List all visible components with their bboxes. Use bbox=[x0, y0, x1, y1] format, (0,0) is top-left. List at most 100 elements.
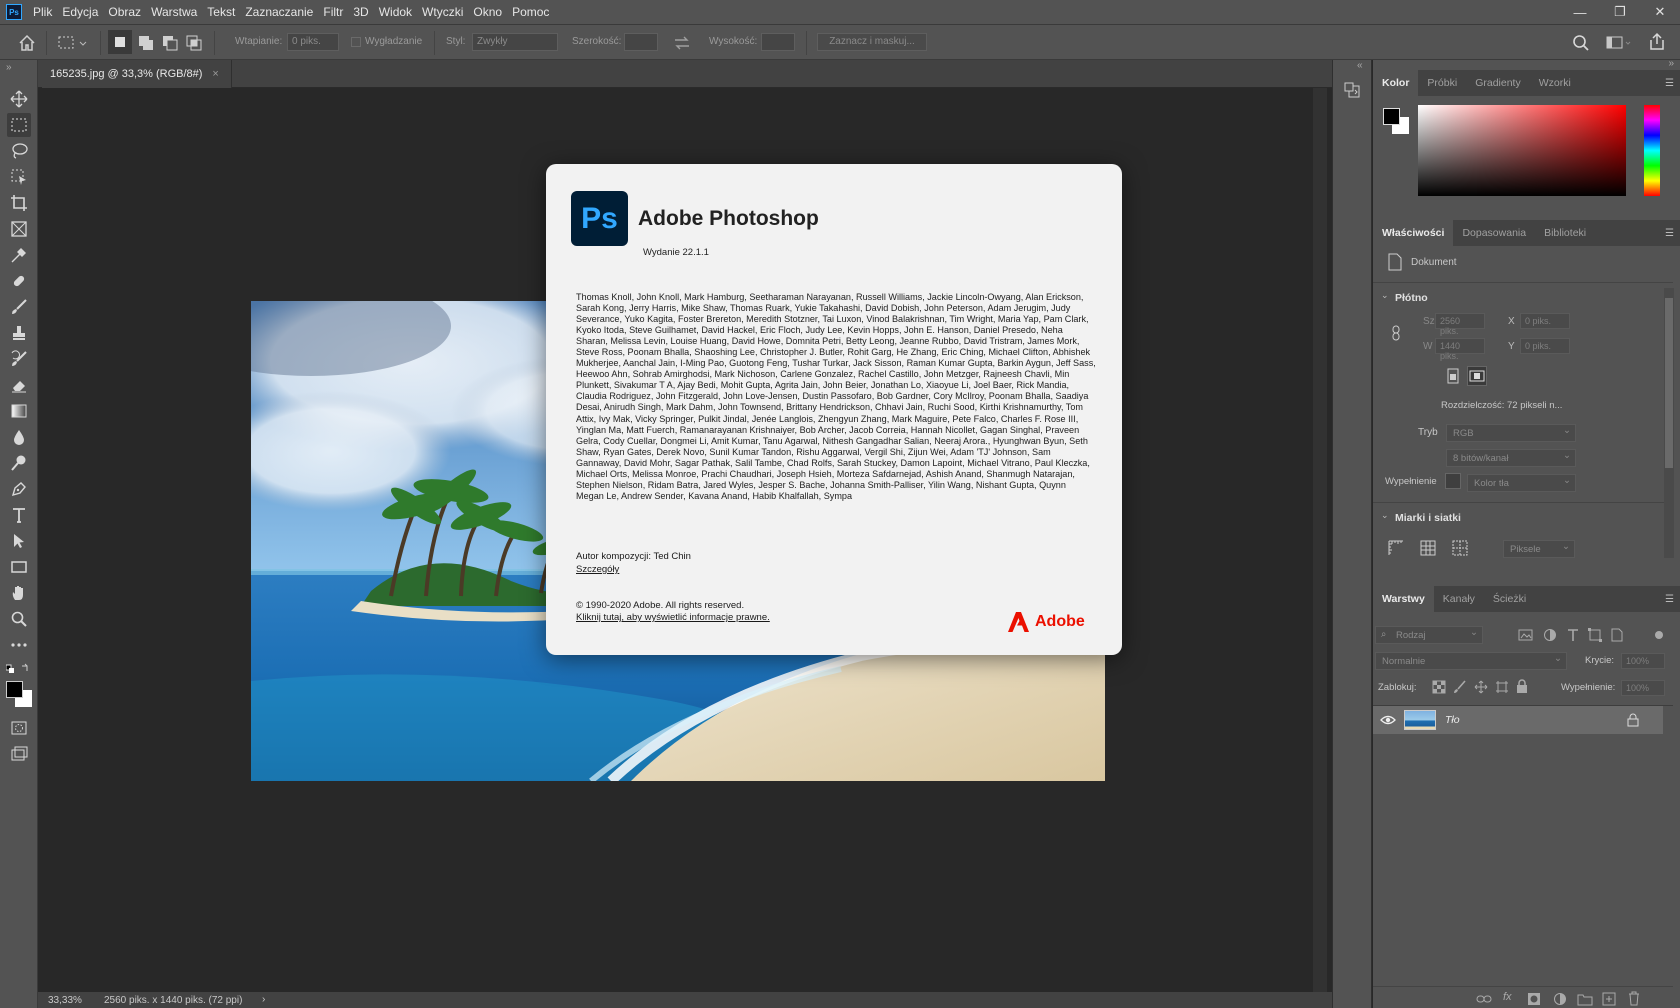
eraser-tool-icon[interactable] bbox=[7, 373, 31, 397]
status-arrow-icon[interactable]: › bbox=[262, 994, 265, 1005]
more-tools-icon[interactable] bbox=[7, 633, 31, 657]
frame-tool-icon[interactable] bbox=[7, 217, 31, 241]
rect-marquee-tool-icon[interactable] bbox=[7, 113, 31, 137]
restore-button[interactable]: ❐ bbox=[1600, 0, 1640, 24]
layer-fill-field[interactable]: 100% bbox=[1621, 680, 1665, 696]
canvas-y-field[interactable]: 0 piks. bbox=[1520, 338, 1570, 354]
portrait-icon[interactable] bbox=[1445, 368, 1461, 384]
search-icon[interactable] bbox=[1572, 34, 1590, 52]
pen-tool-icon[interactable] bbox=[7, 477, 31, 501]
dodge-tool-icon[interactable] bbox=[7, 451, 31, 475]
tab-channels[interactable]: Kanały bbox=[1434, 586, 1484, 612]
gradient-tool-icon[interactable] bbox=[7, 399, 31, 423]
close-tab-icon[interactable]: × bbox=[212, 68, 218, 80]
new-layer-icon[interactable] bbox=[1602, 992, 1616, 1006]
menu-file[interactable]: Plik bbox=[28, 0, 57, 24]
height-input[interactable] bbox=[761, 33, 795, 51]
history-panel-icon[interactable] bbox=[1343, 80, 1363, 100]
history-brush-tool-icon[interactable] bbox=[7, 347, 31, 371]
properties-scrollbar[interactable] bbox=[1664, 288, 1674, 558]
tab-patterns[interactable]: Wzorki bbox=[1530, 70, 1580, 96]
filter-toggle[interactable] bbox=[1655, 631, 1663, 639]
zoom-level[interactable]: 33,33% bbox=[48, 995, 82, 1006]
collapse-icon[interactable]: « bbox=[1357, 60, 1363, 71]
share-icon[interactable] bbox=[1648, 32, 1666, 52]
layer-name[interactable]: Tło bbox=[1445, 714, 1460, 726]
lock-position-icon[interactable] bbox=[1474, 680, 1488, 694]
new-selection-button[interactable] bbox=[108, 30, 132, 54]
menu-window[interactable]: Okno bbox=[468, 0, 507, 24]
color-fg-swatch[interactable] bbox=[1383, 108, 1400, 125]
guides-icon[interactable] bbox=[1451, 539, 1469, 557]
object-select-tool-icon[interactable] bbox=[7, 165, 31, 189]
menu-view[interactable]: Widok bbox=[374, 0, 417, 24]
menu-edit[interactable]: Edycja bbox=[57, 0, 103, 24]
menu-image[interactable]: Obraz bbox=[103, 0, 146, 24]
menu-3d[interactable]: 3D bbox=[348, 0, 373, 24]
foreground-color-swatch[interactable] bbox=[6, 681, 23, 698]
filter-pixel-icon[interactable] bbox=[1518, 628, 1534, 642]
lock-transparent-icon[interactable] bbox=[1432, 680, 1446, 694]
delete-layer-icon[interactable] bbox=[1627, 991, 1641, 1006]
about-dialog[interactable]: Ps Adobe Photoshop Wydanie 22.1.1 Thomas… bbox=[546, 164, 1122, 655]
landscape-button[interactable] bbox=[1467, 366, 1487, 386]
fill-dropdown[interactable]: Kolor tła bbox=[1467, 474, 1576, 492]
mode-dropdown[interactable]: RGB bbox=[1446, 424, 1576, 442]
width-input[interactable] bbox=[624, 33, 658, 51]
quick-mask-icon[interactable] bbox=[7, 716, 31, 740]
link-icon[interactable] bbox=[1390, 325, 1402, 341]
clone-stamp-tool-icon[interactable] bbox=[7, 321, 31, 345]
type-tool-icon[interactable] bbox=[7, 503, 31, 527]
path-select-tool-icon[interactable] bbox=[7, 529, 31, 553]
default-colors-icon[interactable] bbox=[6, 663, 32, 675]
units-dropdown[interactable]: Piksele bbox=[1503, 540, 1575, 558]
color-field[interactable] bbox=[1418, 105, 1626, 196]
tab-color[interactable]: Kolor bbox=[1373, 70, 1419, 96]
feather-input[interactable]: 0 piks. bbox=[287, 33, 339, 51]
bits-dropdown[interactable]: 8 bitów/kanał bbox=[1446, 449, 1576, 467]
layers-menu-icon[interactable]: ☰ bbox=[1665, 594, 1674, 605]
canvas-chevron-icon[interactable]: ⌄ bbox=[1381, 290, 1389, 301]
panel-menu-icon[interactable]: ☰ bbox=[1665, 78, 1674, 89]
workspace-icon[interactable] bbox=[1606, 34, 1632, 52]
minimize-button[interactable]: — bbox=[1560, 0, 1600, 24]
menu-type[interactable]: Tekst bbox=[202, 0, 240, 24]
screen-mode-icon[interactable] bbox=[7, 742, 31, 766]
lock-all-icon[interactable] bbox=[1516, 679, 1528, 694]
tab-gradients[interactable]: Gradienty bbox=[1466, 70, 1530, 96]
menu-select[interactable]: Zaznaczanie bbox=[240, 0, 318, 24]
canvas-x-field[interactable]: 0 piks. bbox=[1520, 313, 1570, 329]
healing-brush-tool-icon[interactable] bbox=[7, 269, 31, 293]
close-button[interactable]: ✕ bbox=[1640, 0, 1680, 24]
canvas-scrollbar[interactable] bbox=[1313, 88, 1327, 992]
about-details-link[interactable]: Szczegóły bbox=[576, 564, 619, 575]
home-icon[interactable] bbox=[18, 34, 36, 52]
layer-kind-filter[interactable]: ⌕ Rodzaj bbox=[1375, 626, 1483, 644]
filter-shape-icon[interactable] bbox=[1588, 628, 1602, 642]
grid-icon[interactable] bbox=[1419, 539, 1437, 557]
rulers-chevron-icon[interactable]: ⌄ bbox=[1381, 510, 1389, 521]
filter-adjustment-icon[interactable] bbox=[1543, 628, 1557, 642]
expand-icon[interactable]: » bbox=[1668, 58, 1674, 69]
new-group-icon[interactable] bbox=[1577, 992, 1593, 1006]
tab-adjustments[interactable]: Dopasowania bbox=[1453, 220, 1535, 246]
fill-color-swatch[interactable] bbox=[1445, 473, 1461, 489]
marquee-preset-icon[interactable] bbox=[58, 34, 90, 52]
tab-libraries[interactable]: Biblioteki bbox=[1535, 220, 1595, 246]
menu-layer[interactable]: Warstwa bbox=[146, 0, 202, 24]
hand-tool-icon[interactable] bbox=[7, 581, 31, 605]
select-mask-button[interactable]: Zaznacz i maskuj... bbox=[817, 33, 927, 51]
style-dropdown[interactable]: Zwykły bbox=[472, 33, 558, 51]
brush-tool-icon[interactable] bbox=[7, 295, 31, 319]
add-selection-icon[interactable] bbox=[138, 35, 154, 51]
tab-paths[interactable]: Ścieżki bbox=[1484, 586, 1535, 612]
intersect-selection-icon[interactable] bbox=[186, 35, 202, 51]
about-legal-link[interactable]: Kliknij tutaj, aby wyświetlić informacje… bbox=[576, 612, 770, 623]
menu-plugins[interactable]: Wtyczki bbox=[417, 0, 468, 24]
tab-layers[interactable]: Warstwy bbox=[1373, 586, 1434, 612]
layer-row[interactable]: Tło bbox=[1373, 706, 1663, 734]
eyedropper-tool-icon[interactable] bbox=[7, 243, 31, 267]
hue-slider[interactable] bbox=[1644, 105, 1660, 196]
menu-filter[interactable]: Filtr bbox=[318, 0, 348, 24]
antialias-checkbox[interactable] bbox=[351, 37, 361, 47]
